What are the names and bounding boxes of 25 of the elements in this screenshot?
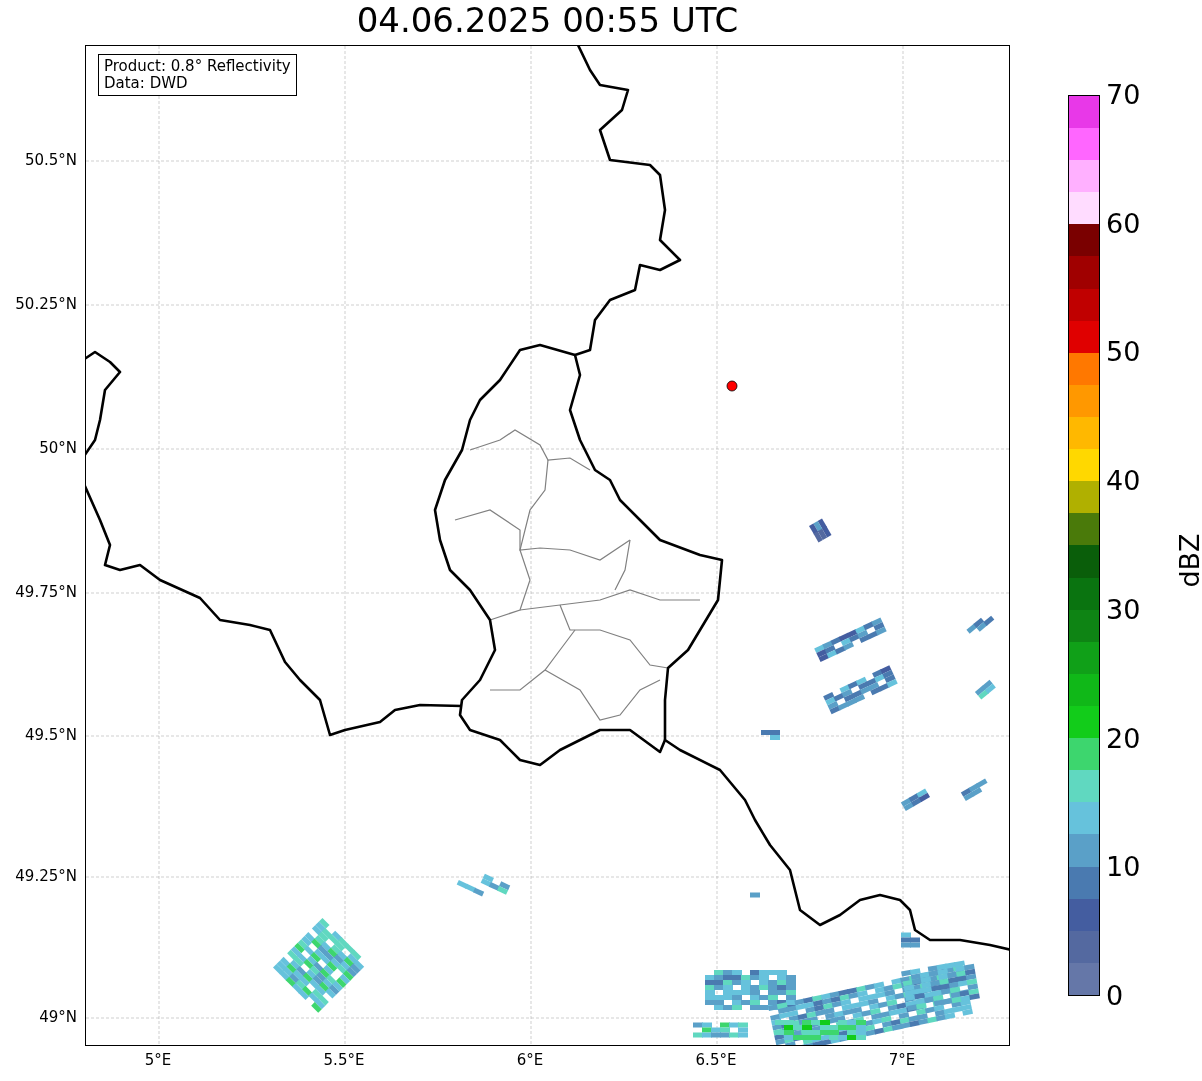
latitude-label: 50°N xyxy=(39,439,77,457)
colorbar-tick-label: 40 xyxy=(1106,466,1141,497)
longitude-label: 5.5°E xyxy=(323,1051,365,1069)
chart-title: 04.06.2025 00:55 UTC xyxy=(355,0,740,42)
colorbar-tick-label: 70 xyxy=(1106,80,1141,110)
latitude-label: 50.25°N xyxy=(15,295,77,313)
info-text: Data: DWD xyxy=(104,75,189,92)
longitude-label: 7°E xyxy=(888,1051,916,1069)
latitude-label: 49°N xyxy=(39,1008,77,1026)
colorbar-tick-label: 60 xyxy=(1106,208,1141,239)
info-text: Product: 0.8° Reflectivity xyxy=(104,58,291,75)
colorbar-tick-label: 10 xyxy=(1106,852,1141,883)
latitude-label: 49.5°N xyxy=(24,726,77,744)
longitude-label: 6.5°E xyxy=(695,1051,737,1069)
latitude-label: 49.75°N xyxy=(15,583,77,601)
longitude-label: 6°E xyxy=(516,1051,544,1069)
location-marker xyxy=(726,380,738,392)
colorbar-tick-label: 20 xyxy=(1106,723,1141,754)
colorbar-tick-label: 50 xyxy=(1106,337,1141,368)
latitude-label: 50.5°N xyxy=(24,151,77,169)
colorbar-label: dBZ xyxy=(1173,533,1202,588)
colorbar-tick-label: 0 xyxy=(1106,981,1124,1011)
colorbar-tick-label: 30 xyxy=(1106,594,1141,625)
longitude-label: 5°E xyxy=(144,1051,172,1069)
latitude-label: 49.25°N xyxy=(15,867,77,885)
